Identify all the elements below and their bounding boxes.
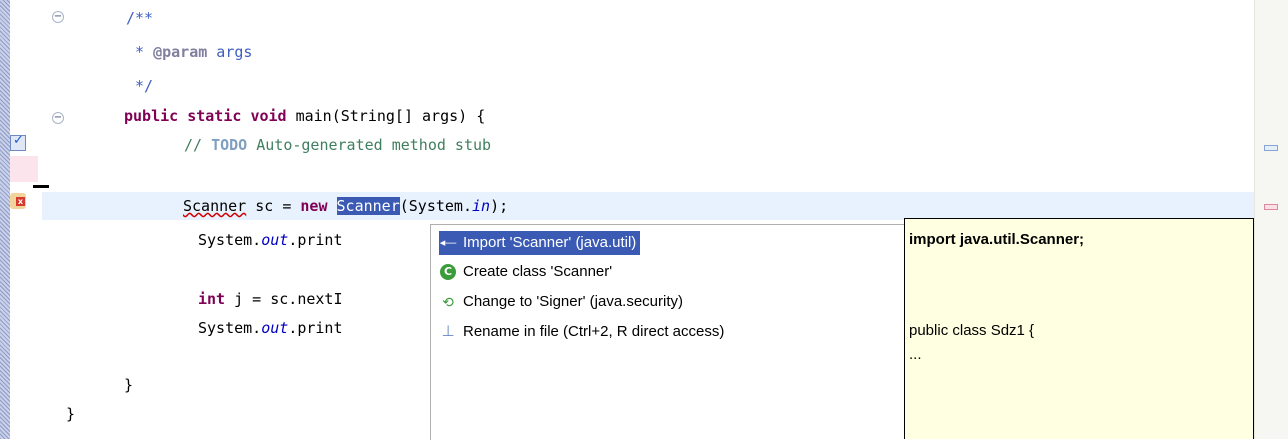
quick-fix-preview: import java.util.Scanner; public class S… [904, 218, 1254, 439]
overview-task-mark[interactable] [1264, 145, 1278, 151]
code-line: */ [126, 77, 154, 95]
code-line: Scanner sc = new Scanner(System.in); [183, 197, 509, 215]
error-token[interactable]: Scanner [183, 197, 246, 215]
rename-icon: ⊥ [441, 323, 455, 340]
quick-fix-label: Create class 'Scanner' [463, 263, 613, 280]
quick-fix-label: Rename in file (Ctrl+2, R direct access) [463, 323, 725, 340]
quick-fix-item-import[interactable]: ◂— Import 'Scanner' (java.util) [439, 231, 641, 255]
preview-line: ... [909, 346, 922, 363]
preview-title: import java.util.Scanner; [909, 231, 1085, 248]
quick-fix-label: Import 'Scanner' (java.util) [463, 234, 637, 251]
quick-fix-item-change[interactable]: ⟲ Change to 'Signer' (java.security) [439, 290, 683, 314]
quick-fix-item-rename[interactable]: ⊥ Rename in file (Ctrl+2, R direct acces… [439, 320, 724, 344]
code-line: * @param args [126, 43, 253, 61]
preview-line: public class Sdz1 { [909, 322, 1035, 339]
code-line: // TODO Auto-generated method stub [184, 136, 492, 154]
code-line: int j = sc.nextI [198, 290, 343, 308]
quick-fix-popup: ◂— Import 'Scanner' (java.util) C Create… [430, 224, 905, 440]
change-icon: ⟲ [442, 294, 454, 310]
quick-fix-item-create-class[interactable]: C Create class 'Scanner' [439, 260, 612, 284]
code-line: System.out.print [198, 231, 343, 249]
import-icon: ◂— [439, 237, 457, 249]
code-line: public static void main(String[] args) { [124, 107, 486, 125]
editor-gutter[interactable] [10, 0, 42, 439]
left-ruler [0, 0, 10, 439]
overview-ruler[interactable] [1254, 0, 1288, 439]
code-line: /** [126, 9, 154, 27]
code-line: } [66, 405, 76, 423]
quick-fix-label: Change to 'Signer' (java.security) [463, 293, 683, 310]
error-line-highlight [10, 156, 38, 182]
code-line: System.out.print [198, 319, 343, 337]
overview-error-mark[interactable] [1264, 204, 1278, 210]
code-line: } [124, 376, 134, 394]
task-marker-icon[interactable] [10, 133, 26, 151]
class-icon: C [439, 263, 457, 281]
selected-token[interactable]: Scanner [336, 197, 400, 215]
quickfix-error-icon[interactable] [10, 193, 26, 209]
